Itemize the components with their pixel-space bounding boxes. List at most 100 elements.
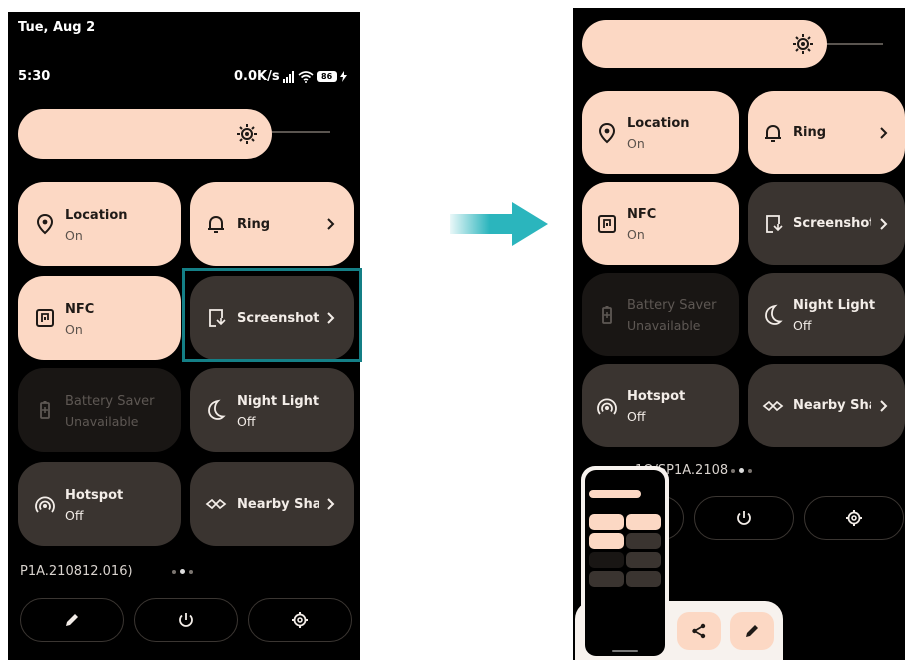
- screenshot-icon: [766, 215, 783, 233]
- nearby-share-icon: [762, 400, 784, 412]
- pencil-icon: [66, 614, 78, 626]
- chevron-right-icon: [880, 218, 888, 230]
- location-pin-icon: [36, 213, 54, 235]
- edit-button[interactable]: [20, 598, 124, 642]
- page-indicator: [172, 569, 193, 574]
- charging-icon: [339, 71, 347, 82]
- page-dot: [172, 569, 176, 574]
- tile-hotspot-label: Hotspot: [65, 488, 124, 503]
- gear-icon: [292, 612, 308, 628]
- gear-icon: [846, 510, 862, 526]
- location-pin-icon: [598, 122, 616, 144]
- tile-battery-saver: Battery Saver Unavailable: [582, 273, 739, 356]
- moon-icon: [208, 399, 226, 420]
- phone-after: Location On Ring NFC On Screenshot Batte…: [573, 8, 905, 660]
- settings-button[interactable]: [804, 496, 904, 540]
- tile-hotspot-label: Hotspot: [627, 389, 686, 404]
- tile-ring[interactable]: Ring: [748, 91, 905, 174]
- build-number: P1A.210812.016): [20, 564, 133, 579]
- chevron-right-icon: [327, 498, 335, 510]
- tile-location-sub: On: [65, 228, 83, 243]
- tile-location[interactable]: Location On: [582, 91, 739, 174]
- chevron-right-icon: [880, 400, 888, 412]
- tile-screenshot-label: Screenshot: [793, 216, 871, 231]
- tile-battery-saver-label: Battery Saver: [627, 298, 717, 313]
- tile-nfc[interactable]: NFC On: [18, 276, 181, 360]
- screenshot-thumbnail[interactable]: [581, 466, 669, 660]
- chevron-right-icon: [327, 218, 335, 230]
- tile-ring[interactable]: Ring: [190, 182, 354, 266]
- battery-icon: 86: [316, 71, 337, 82]
- status-icons: 0.0K/s 86: [234, 69, 347, 84]
- brightness-slider[interactable]: [18, 109, 272, 159]
- tile-location-sub: On: [627, 136, 645, 151]
- page-indicator: [731, 468, 752, 473]
- status-time: 5:30: [18, 69, 51, 84]
- tile-night-light-sub: Off: [237, 414, 256, 429]
- tile-location[interactable]: Location On: [18, 182, 181, 266]
- tile-ring-label: Ring: [793, 125, 827, 140]
- share-icon: [692, 623, 706, 639]
- bell-icon: [208, 215, 224, 233]
- tile-nfc[interactable]: NFC On: [582, 182, 739, 265]
- page-dot-current: [739, 468, 744, 473]
- tile-battery-saver: Battery Saver Unavailable: [18, 368, 181, 452]
- nfc-icon: [598, 215, 616, 233]
- tile-hotspot-sub: Off: [65, 508, 84, 523]
- bell-icon: [765, 124, 781, 142]
- tile-battery-saver-sub: Unavailable: [65, 414, 139, 429]
- wifi-icon: [298, 70, 314, 83]
- power-button[interactable]: [134, 598, 238, 642]
- nfc-icon: [36, 309, 54, 327]
- tile-hotspot-sub: Off: [627, 409, 646, 424]
- pencil-icon: [746, 625, 758, 637]
- tile-location-label: Location: [65, 208, 128, 223]
- brightness-slider[interactable]: [582, 20, 827, 68]
- page-dot: [189, 569, 193, 574]
- tile-nearby-share-label: Nearby Share: [793, 398, 871, 413]
- edit-screenshot-button[interactable]: [730, 612, 774, 650]
- tile-screenshot[interactable]: Screenshot: [748, 182, 905, 265]
- settings-button[interactable]: [248, 598, 352, 642]
- hotspot-icon: [35, 496, 55, 513]
- battery-saver-icon: [40, 401, 50, 419]
- thumbnail-image: [585, 470, 665, 656]
- tile-location-label: Location: [627, 116, 690, 131]
- highlight-box: [182, 268, 362, 362]
- power-icon: [737, 511, 751, 525]
- moon-icon: [765, 304, 783, 325]
- tile-night-light[interactable]: Night Light Off: [190, 368, 354, 452]
- tile-hotspot[interactable]: Hotspot Off: [18, 462, 181, 546]
- tile-ring-label: Ring: [237, 217, 271, 232]
- tile-nfc-label: NFC: [627, 207, 657, 222]
- tile-nfc-sub: On: [627, 227, 645, 242]
- tile-nearby-share-label: Nearby Share: [237, 497, 319, 512]
- page-dot: [731, 468, 735, 473]
- transition-arrow-icon: [450, 202, 548, 246]
- share-button[interactable]: [677, 612, 721, 650]
- tile-hotspot[interactable]: Hotspot Off: [582, 364, 739, 447]
- tile-nearby-share[interactable]: Nearby Share: [190, 462, 354, 546]
- signal-icon: [282, 70, 294, 83]
- power-icon: [179, 613, 193, 627]
- nearby-share-icon: [205, 498, 227, 510]
- status-date: Tue, Aug 2: [18, 20, 96, 35]
- tile-night-light-sub: Off: [793, 318, 812, 333]
- tile-night-light-label: Night Light: [237, 394, 320, 409]
- page-dot: [748, 468, 752, 473]
- brightness-icon: [793, 34, 813, 54]
- power-button[interactable]: [694, 496, 794, 540]
- hotspot-icon: [597, 398, 617, 415]
- net-speed: 0.0K/s: [234, 69, 280, 84]
- page-dot-current: [180, 569, 185, 574]
- tile-nearby-share[interactable]: Nearby Share: [748, 364, 905, 447]
- battery-saver-icon: [602, 306, 612, 324]
- tile-battery-saver-sub: Unavailable: [627, 318, 701, 333]
- tile-nfc-label: NFC: [65, 302, 95, 317]
- chevron-right-icon: [880, 127, 888, 139]
- tile-battery-saver-label: Battery Saver: [65, 394, 155, 409]
- tile-night-light-label: Night Light: [793, 298, 876, 313]
- brightness-icon: [237, 124, 257, 144]
- tile-night-light[interactable]: Night Light Off: [748, 273, 905, 356]
- tile-nfc-sub: On: [65, 322, 83, 337]
